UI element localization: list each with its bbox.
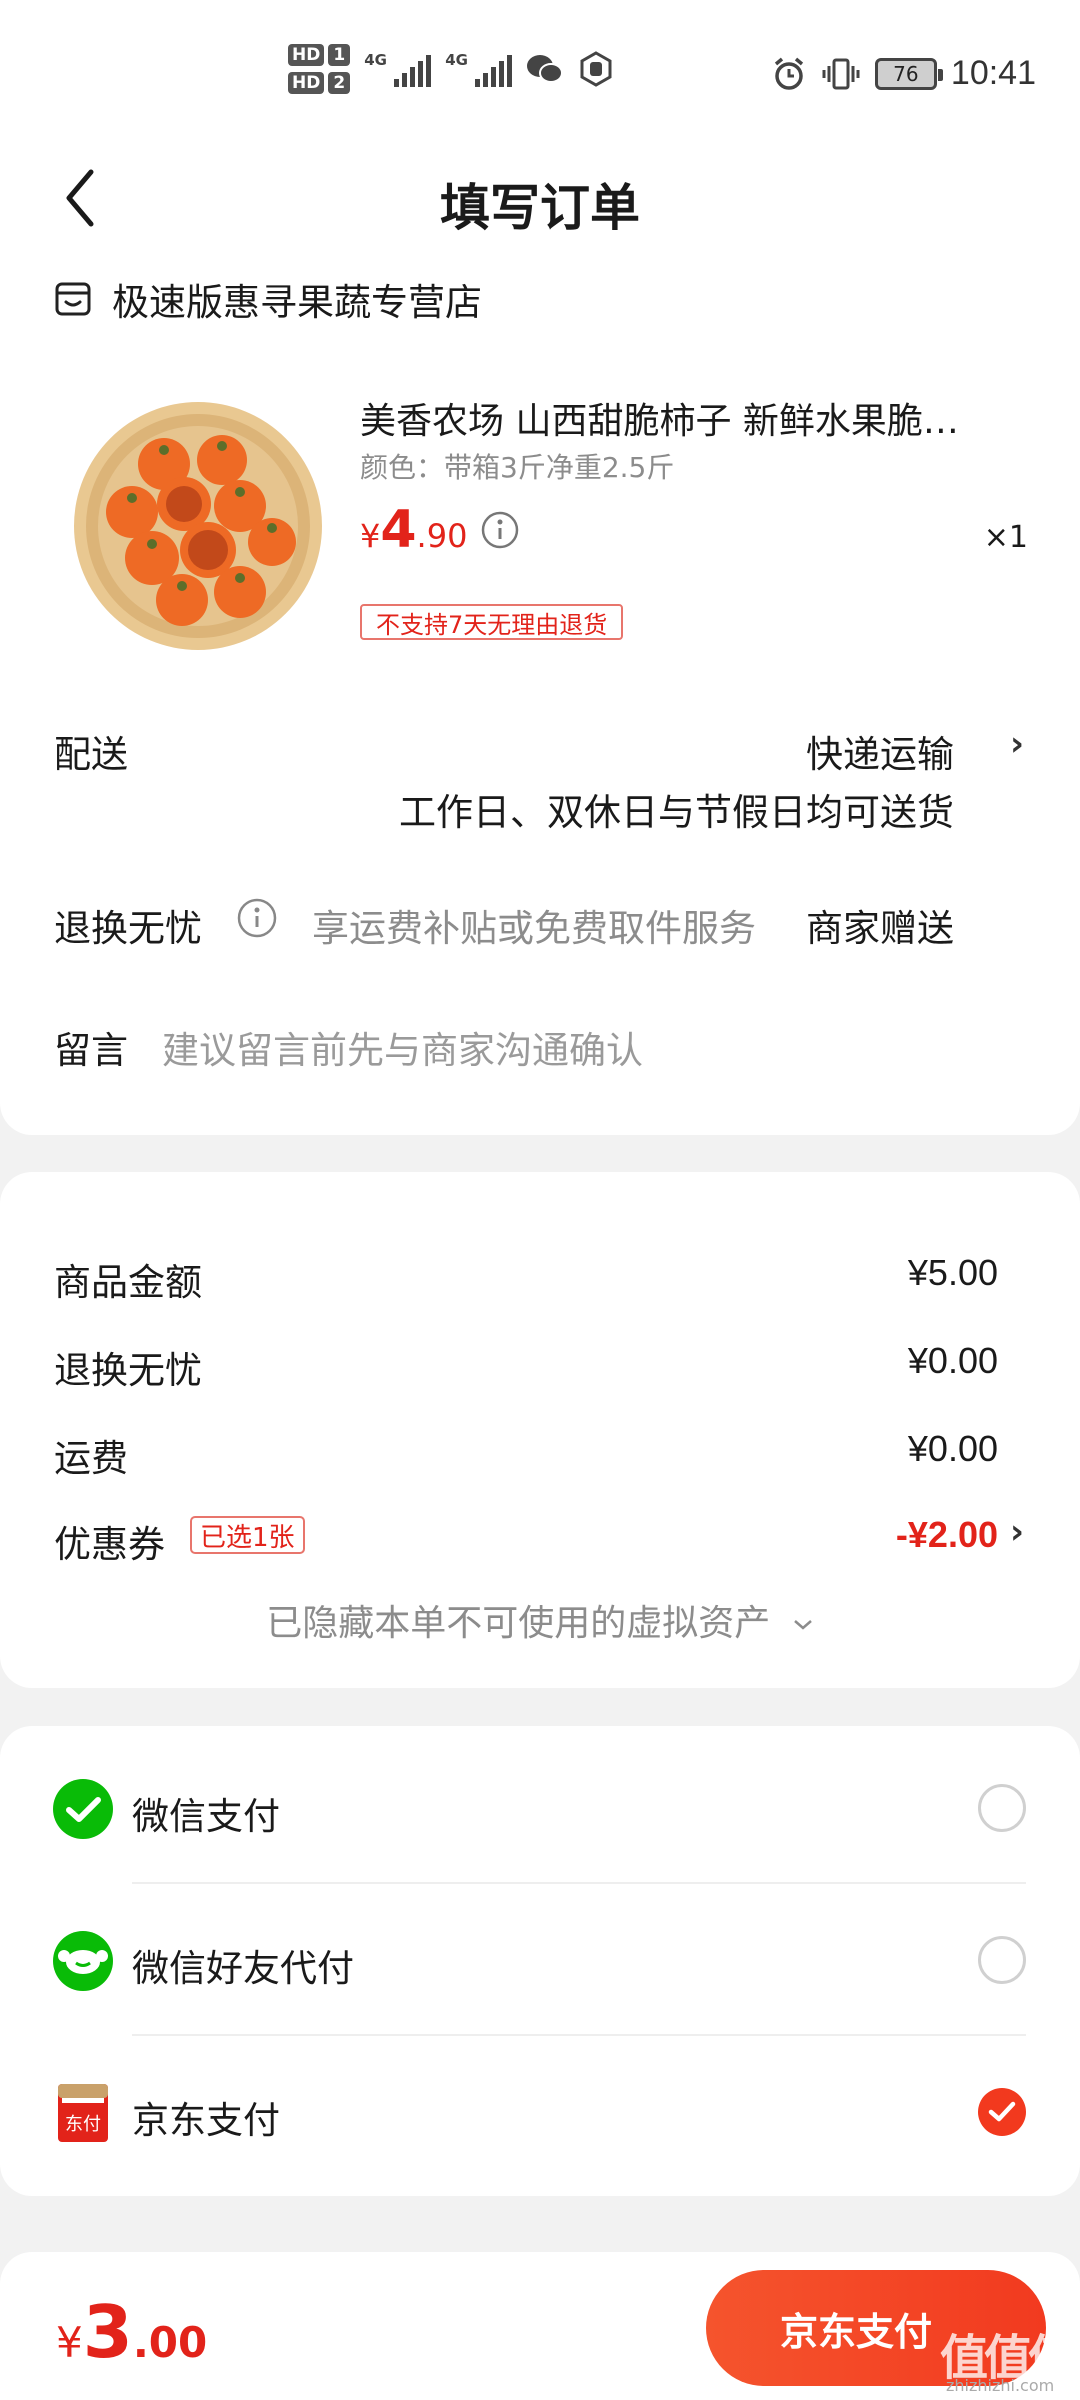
price-decimal: .90: [416, 517, 468, 555]
hd-indicators: HD 1 HD 2: [288, 44, 351, 94]
status-bar: HD 1 HD 2 4G 4G 76 10:41: [0, 0, 1080, 140]
delivery-label: 配送: [54, 733, 128, 776]
return-service-value: 商家赠送: [806, 907, 954, 950]
message-label: 留言: [54, 1029, 128, 1072]
return-service-desc: 享运费补贴或免费取件服务: [312, 907, 756, 950]
price-currency: ¥: [360, 517, 381, 555]
product-quantity: ×1: [983, 520, 1028, 555]
hand-shield-icon: [580, 51, 612, 87]
store-name: 极速版惠寻果蔬专营店: [112, 281, 482, 324]
return-info-icon[interactable]: [236, 897, 278, 939]
product-spec: 颜色：带箱3斤净重2.5斤: [360, 451, 675, 484]
coupon-discount-value[interactable]: -¥2.00: [896, 1514, 998, 1556]
product-image[interactable]: [72, 400, 324, 652]
hd-badge-2: HD 2: [288, 72, 351, 94]
delivery-note: 工作日、双休日与节假日均可送货: [399, 791, 954, 834]
payment-divider: [132, 2034, 1026, 2036]
jd-pay-label: 京东支付: [132, 2099, 280, 2142]
checkmark-icon: [988, 2101, 1016, 2122]
price-info-icon[interactable]: [480, 510, 520, 550]
battery-indicator: 76: [874, 57, 943, 90]
goods-amount-value: ¥5.00: [907, 1252, 998, 1293]
wechat-friend-pay-radio[interactable]: [978, 1936, 1026, 1984]
hd-badge-1: HD 1: [288, 44, 351, 66]
page-title: 填写订单: [440, 179, 640, 237]
return-fee-value: ¥0.00: [907, 1340, 998, 1381]
wechat-friend-pay-label: 微信好友代付: [132, 1947, 354, 1990]
delivery-chevron-icon[interactable]: ›: [1010, 724, 1024, 764]
delivery-method[interactable]: 快递运输: [806, 724, 954, 778]
status-left: HD 1 HD 2 4G 4G: [288, 44, 614, 94]
product-title[interactable]: 美香农场 山西甜脆柿子 新鲜水果脆…: [360, 392, 1010, 444]
wechat-notification-icon: [527, 55, 564, 83]
hidden-assets-text: 已隐藏本单不可使用的虚拟资产: [266, 1603, 771, 1644]
total-decimal: .00: [132, 2318, 208, 2367]
order-total: ¥ 3 .00: [56, 2290, 207, 2374]
product-price: ¥ 4 .90: [360, 500, 467, 560]
watermark-url: zhizhizhi.com: [946, 2376, 1055, 2395]
signal-icon-1: 4G: [364, 51, 432, 87]
chevron-down-icon: [793, 1620, 812, 1630]
vibrate-icon: [822, 58, 860, 89]
return-fee-label: 退换无忧: [54, 1349, 202, 1392]
jd-pay-icon: 东付: [58, 2084, 108, 2142]
return-service-label: 退换无忧: [54, 907, 202, 950]
store-icon: [55, 282, 91, 316]
wechat-pay-radio[interactable]: [978, 1784, 1026, 1832]
wechat-pay-icon: [53, 1779, 113, 1839]
total-currency: ¥: [56, 2318, 83, 2367]
price-integer: 4: [380, 500, 417, 560]
payment-divider: [132, 1882, 1026, 1884]
jd-pay-icon-text: 东付: [65, 2114, 101, 2135]
status-right: 76 10:41: [771, 54, 1036, 93]
message-input[interactable]: 建议留言前先与商家沟通确认: [162, 1020, 643, 1074]
goods-amount-label: 商品金额: [54, 1261, 202, 1304]
alarm-icon: [774, 57, 804, 90]
store-row[interactable]: 极速版惠寻果蔬专营店: [54, 272, 482, 326]
wechat-pay-label: 微信支付: [132, 1795, 280, 1838]
status-time: 10:41: [950, 54, 1036, 92]
return-policy-tag: 不支持7天无理由退货: [360, 604, 624, 640]
hidden-assets-toggle[interactable]: 已隐藏本单不可使用的虚拟资产: [0, 1594, 1080, 1646]
shipping-fee-label: 运费: [54, 1437, 128, 1480]
jd-pay-radio[interactable]: [978, 2088, 1026, 2136]
wechat-friend-pay-icon: [53, 1931, 113, 1991]
shipping-fee-value: ¥0.00: [907, 1428, 998, 1469]
coupon-label: 优惠券: [54, 1523, 165, 1566]
total-integer: 3: [82, 2290, 133, 2374]
signal-icon-2: 4G: [445, 51, 513, 87]
coupon-selected-badge[interactable]: 已选1张: [190, 1516, 305, 1554]
coupon-chevron-icon[interactable]: ›: [1010, 1512, 1024, 1552]
